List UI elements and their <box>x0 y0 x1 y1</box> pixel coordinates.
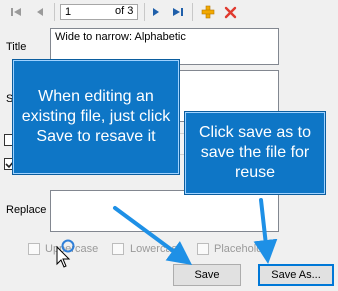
lowercase-checkbox[interactable] <box>112 243 124 255</box>
delete-record-button[interactable] <box>222 4 238 20</box>
uppercase-checkbox[interactable] <box>28 243 40 255</box>
replace-textbox[interactable] <box>50 190 279 232</box>
add-icon <box>201 5 215 19</box>
callout-save-text: When editing an existing file, just clic… <box>21 88 171 145</box>
previous-record-icon <box>37 8 43 16</box>
record-position-value: 1 <box>65 6 72 18</box>
title-label: Title <box>6 41 27 53</box>
next-record-icon <box>153 8 159 16</box>
placeholder-label: Placehold <box>214 243 263 255</box>
first-record-icon <box>11 8 21 16</box>
next-record-button[interactable] <box>148 4 164 20</box>
lowercase-label: Lowercase <box>130 243 184 255</box>
callout-save-as-text: Click save as to save the file for reuse <box>198 124 312 181</box>
toolbar-separator <box>192 3 193 21</box>
last-record-button[interactable] <box>170 4 186 20</box>
add-record-button[interactable] <box>200 4 216 20</box>
delete-icon <box>224 6 236 18</box>
previous-record-button[interactable] <box>32 4 48 20</box>
replace-label: Replace <box>6 204 47 216</box>
callout-save-as: Click save as to save the file for reuse <box>184 111 326 195</box>
first-record-button[interactable] <box>8 4 24 20</box>
record-count-label: of 3 <box>115 5 134 17</box>
window: 1 of 3 Title Wide to narrow: Alphabetic … <box>0 0 338 291</box>
placeholder-checkbox[interactable] <box>197 243 209 255</box>
toolbar-separator <box>54 3 55 21</box>
title-value: Wide to narrow: Alphabetic <box>55 31 186 43</box>
toolbar-separator <box>144 3 145 21</box>
uppercase-label: Uppercase <box>45 243 99 255</box>
last-record-icon <box>173 8 183 16</box>
save-as-button[interactable]: Save As... <box>258 264 334 286</box>
callout-save: When editing an existing file, just clic… <box>12 59 180 175</box>
save-button[interactable]: Save <box>173 264 241 286</box>
